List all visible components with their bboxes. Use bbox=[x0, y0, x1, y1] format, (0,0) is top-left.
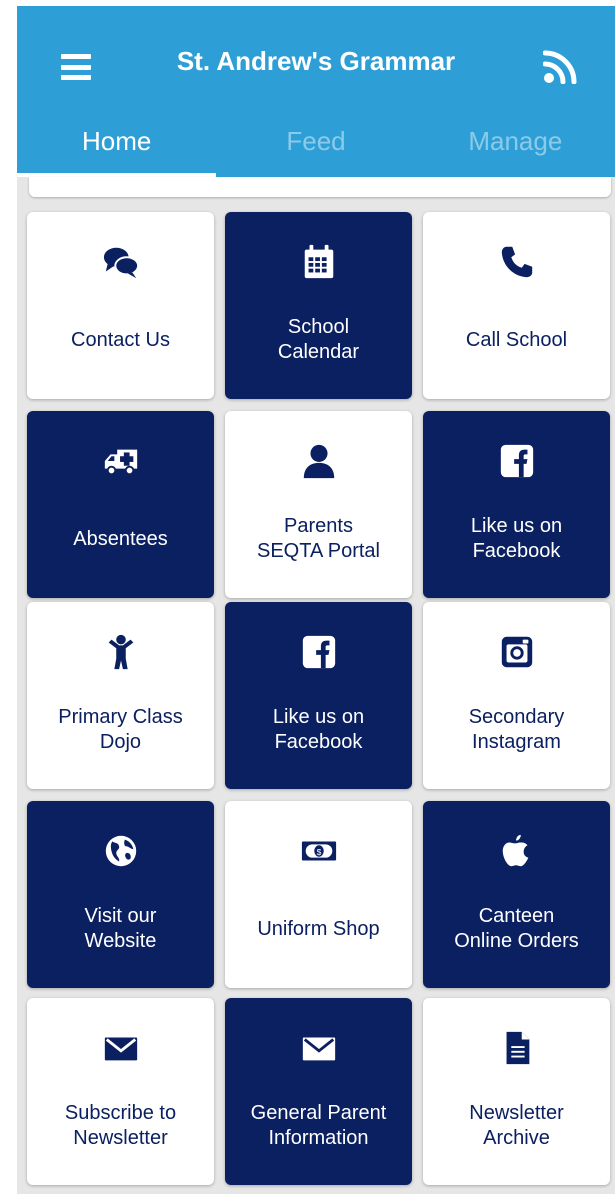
apple-icon bbox=[423, 831, 610, 871]
user-icon bbox=[225, 441, 412, 481]
tile-label: Visit our Website bbox=[84, 905, 157, 952]
tile-label: Call School bbox=[465, 328, 568, 351]
rss-icon[interactable] bbox=[542, 50, 577, 85]
tile-call-school[interactable]: Call School bbox=[423, 212, 610, 399]
tile-label: Primary Class Dojo bbox=[58, 706, 183, 753]
tab-feed-label: Feed bbox=[286, 126, 346, 156]
facebook-icon bbox=[225, 632, 412, 672]
chat-bubbles-icon bbox=[27, 242, 214, 282]
tile-seqta-portal[interactable]: Parents SEQTA Portal bbox=[225, 411, 412, 598]
tile-label: Contact Us bbox=[71, 328, 170, 351]
tab-home-label: Home bbox=[81, 126, 152, 156]
tile-absentees[interactable]: Absentees bbox=[27, 411, 214, 598]
tile-label: Like us on Facebook bbox=[470, 515, 563, 562]
app-title: St. Andrew's Grammar bbox=[176, 46, 456, 76]
tile-label: General Parent Information bbox=[250, 1102, 387, 1149]
tile-label: Secondary Instagram bbox=[468, 706, 565, 753]
globe-icon bbox=[27, 831, 214, 871]
app-header: St. Andrew's Grammar Home Feed Manage bbox=[17, 6, 615, 177]
tile-school-calendar[interactable]: School Calendar bbox=[225, 212, 412, 399]
hamburger-menu-icon[interactable] bbox=[61, 54, 91, 80]
tile-facebook-2[interactable]: Like us on Facebook bbox=[225, 602, 412, 789]
document-icon bbox=[423, 1028, 610, 1068]
svg-text:$: $ bbox=[316, 847, 321, 857]
tile-class-dojo[interactable]: Primary Class Dojo bbox=[27, 602, 214, 789]
tile-label: Absentees bbox=[73, 527, 168, 550]
tab-home[interactable]: Home bbox=[17, 124, 217, 177]
tile-canteen-orders[interactable]: Canteen Online Orders bbox=[423, 801, 610, 988]
partial-card bbox=[29, 177, 611, 197]
tab-feed[interactable]: Feed bbox=[216, 124, 415, 177]
money-icon: $ bbox=[225, 831, 412, 871]
facebook-icon bbox=[423, 441, 610, 481]
tile-label: School Calendar bbox=[277, 316, 360, 363]
tab-bar: Home Feed Manage bbox=[17, 124, 615, 177]
instagram-icon bbox=[423, 632, 610, 672]
tab-manage[interactable]: Manage bbox=[416, 124, 615, 177]
tile-label: Like us on Facebook bbox=[272, 706, 365, 753]
envelope-icon bbox=[27, 1028, 214, 1068]
tile-contact-us[interactable]: Contact Us bbox=[27, 212, 214, 399]
tile-uniform-shop[interactable]: $ Uniform Shop bbox=[225, 801, 412, 988]
calendar-icon bbox=[225, 242, 412, 282]
tile-label: Parents SEQTA Portal bbox=[256, 515, 380, 562]
envelope-icon bbox=[225, 1028, 412, 1068]
tab-manage-label: Manage bbox=[468, 126, 563, 156]
tile-newsletter-archive[interactable]: Newsletter Archive bbox=[423, 998, 610, 1185]
child-icon bbox=[27, 632, 214, 672]
tile-website[interactable]: Visit our Website bbox=[27, 801, 214, 988]
tile-subscribe-newsletter[interactable]: Subscribe to Newsletter bbox=[27, 998, 214, 1185]
app-screen: St. Andrew's Grammar Home Feed Manage Co… bbox=[17, 6, 615, 1194]
tile-label: Subscribe to Newsletter bbox=[64, 1102, 177, 1149]
tile-facebook[interactable]: Like us on Facebook bbox=[423, 411, 610, 598]
phone-icon bbox=[423, 242, 610, 282]
tile-label: Uniform Shop bbox=[257, 917, 380, 940]
tile-label: Canteen Online Orders bbox=[454, 905, 579, 952]
tile-instagram[interactable]: Secondary Instagram bbox=[423, 602, 610, 789]
tile-label: Newsletter Archive bbox=[469, 1102, 564, 1149]
tile-general-parent-info[interactable]: General Parent Information bbox=[225, 998, 412, 1185]
ambulance-icon bbox=[27, 441, 214, 481]
